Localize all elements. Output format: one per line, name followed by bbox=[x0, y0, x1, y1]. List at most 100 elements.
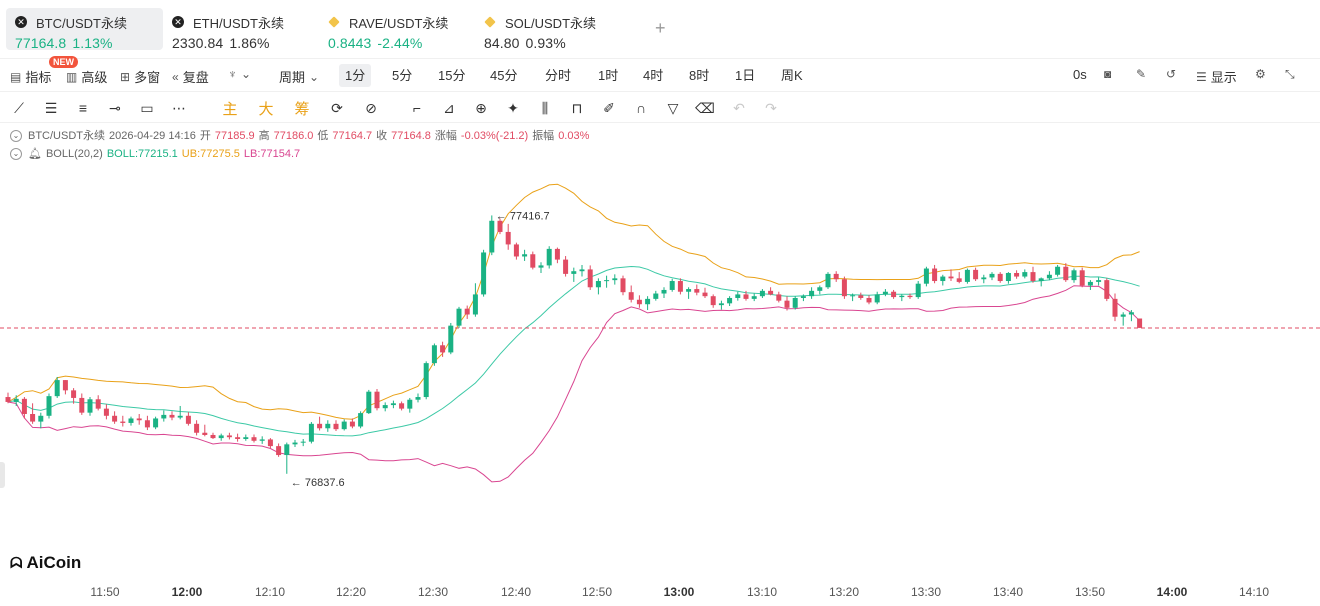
replay-button[interactable]: « 复盘 bbox=[172, 67, 209, 86]
zoom-icon[interactable]: ⊕ bbox=[472, 99, 490, 117]
camera-icon[interactable]: ◙ bbox=[1104, 67, 1115, 81]
timeframe-button[interactable]: 5分 bbox=[386, 64, 418, 87]
multi-window-label: 多窗 bbox=[134, 70, 161, 85]
candle-body bbox=[571, 271, 577, 274]
symbol-change: 1.86% bbox=[229, 35, 270, 51]
indicators-label: 指标 bbox=[25, 70, 52, 85]
fullscreen-icon[interactable]: ⤡ bbox=[1285, 67, 1299, 82]
candle-body bbox=[382, 405, 388, 409]
time-tick: 13:40 bbox=[992, 585, 1024, 599]
chart-type-button[interactable]: ♆ ⌄ bbox=[228, 67, 255, 81]
indicators-icon: ▤ bbox=[10, 69, 22, 84]
pen-icon[interactable]: ✎ bbox=[1136, 67, 1150, 81]
trend-line-icon[interactable]: ⟋ bbox=[10, 99, 28, 117]
more-tools-icon[interactable]: ⋯ bbox=[170, 99, 188, 117]
brush-off-icon[interactable]: ⊘ bbox=[362, 99, 380, 117]
horizontal-ray-icon[interactable]: ⊸ bbox=[106, 99, 124, 117]
display-button[interactable]: ☰ 显示 bbox=[1196, 67, 1237, 86]
candle-body bbox=[546, 248, 552, 266]
timeframe-button[interactable]: 1时 bbox=[592, 64, 624, 87]
timeframe-button[interactable]: 1日 bbox=[729, 64, 761, 87]
undo-icon[interactable]: ↶ bbox=[730, 99, 748, 117]
candle-body bbox=[850, 295, 856, 297]
chip-tool[interactable]: 筹 bbox=[292, 99, 312, 118]
candle-body bbox=[46, 396, 52, 416]
big-order-tool[interactable]: 大 bbox=[256, 99, 276, 118]
close-value: 77164.8 bbox=[391, 130, 431, 142]
candle-body bbox=[38, 415, 44, 422]
candle-body bbox=[1022, 272, 1028, 277]
magic-icon[interactable]: ✦ bbox=[504, 99, 522, 117]
amplitude-label: 振幅 bbox=[532, 130, 555, 142]
parallel-channel-icon[interactable]: ≡ bbox=[74, 99, 92, 117]
time-tick: 12:20 bbox=[335, 585, 367, 599]
timeframe-button[interactable]: 1分 bbox=[339, 64, 372, 87]
bars-icon[interactable]: ⫼ bbox=[536, 99, 554, 117]
settings-gear-icon[interactable]: ⚙ bbox=[1255, 67, 1270, 81]
candle-body bbox=[267, 439, 273, 447]
candle-body bbox=[645, 298, 651, 305]
timeframe-button[interactable]: 周K bbox=[775, 64, 809, 87]
candle-body bbox=[1038, 278, 1044, 282]
advanced-button[interactable]: ▥ 高级 bbox=[66, 67, 107, 86]
time-tick: 14:00 bbox=[1156, 585, 1188, 599]
redo-icon[interactable]: ↷ bbox=[762, 99, 780, 117]
collapse-icon[interactable]: ⌄ bbox=[10, 148, 22, 160]
bell-icon[interactable]: 🔔︎ bbox=[28, 145, 42, 163]
symbol-tab[interactable]: SOL/USDT永续 84.80 0.93% bbox=[484, 0, 642, 52]
candle-body bbox=[1112, 298, 1118, 317]
aicoin-logo-icon: ᗣ bbox=[10, 554, 23, 572]
timeframe-button[interactable]: 15分 bbox=[432, 64, 471, 87]
list-icon: ☰ bbox=[1196, 69, 1207, 84]
symbol-tab[interactable]: RAVE/USDT永续 0.8443 -2.44% bbox=[328, 0, 486, 52]
candle-body bbox=[161, 414, 167, 419]
edit-note-icon[interactable]: ✐ bbox=[600, 99, 618, 117]
candle-body bbox=[415, 397, 421, 400]
rotate-icon[interactable]: ↺ bbox=[1166, 67, 1180, 81]
drawing-toolbar: ⟋ ☰ ≡ ⊸ ▭ ⋯ 主 大 筹 ⟳ ⊘ ⌐ ⊿ ⊕ ✦ ⫼ ⊓ ✐ ∩ ▽ … bbox=[0, 93, 1320, 123]
boll-name: BOLL(20,2) bbox=[45, 148, 103, 160]
horizontal-lines-icon[interactable]: ☰ bbox=[42, 99, 60, 117]
candle-body bbox=[472, 294, 478, 315]
refresh-tool-icon[interactable]: ⟳ bbox=[328, 99, 346, 117]
pane-resize-handle[interactable] bbox=[0, 462, 5, 488]
open-label: 开 bbox=[199, 130, 211, 142]
indicators-button[interactable]: ▤ 指标 bbox=[10, 67, 51, 86]
trash-icon[interactable]: ⌫ bbox=[695, 99, 715, 117]
symbol-name: RAVE/USDT永续 bbox=[349, 15, 449, 31]
symbol-tab[interactable]: ✕ BTC/USDT永续 77164.8 1.13% bbox=[6, 8, 163, 51]
candle-body bbox=[1071, 270, 1077, 281]
candle-body bbox=[317, 423, 323, 429]
time-tick: 13:30 bbox=[910, 585, 942, 599]
advanced-icon: ▥ bbox=[66, 69, 78, 84]
multi-window-button[interactable]: ⊞ 多窗 bbox=[120, 67, 160, 86]
candle-body bbox=[194, 423, 200, 433]
symbol-name: SOL/USDT永续 bbox=[505, 15, 597, 31]
replay-label: 复盘 bbox=[182, 70, 209, 85]
rectangle-icon[interactable]: ▭ bbox=[138, 99, 156, 117]
symbol-tab[interactable]: ✕ ETH/USDT永续 2330.84 1.86% bbox=[172, 0, 330, 51]
lock-icon[interactable]: ⊓ bbox=[568, 99, 586, 117]
candlestick-chart[interactable]: ← 77416.7 ← 76837.6 bbox=[0, 165, 1320, 580]
timeframe-button[interactable]: 4时 bbox=[637, 64, 669, 87]
low-price-label: ← 76837.6 bbox=[291, 477, 345, 489]
magnet-icon[interactable]: ∩ bbox=[632, 99, 650, 117]
candle-body bbox=[932, 268, 938, 282]
main-force-tool[interactable]: 主 bbox=[220, 99, 240, 118]
crop-icon[interactable]: ⌐ bbox=[408, 99, 426, 117]
time-tick: 13:20 bbox=[828, 585, 860, 599]
collapse-icon[interactable]: ⌄ bbox=[10, 130, 22, 142]
period-dropdown[interactable]: 周期 ⌄ bbox=[279, 67, 323, 86]
timeframe-button[interactable]: 8时 bbox=[683, 64, 715, 87]
time-tick: 12:50 bbox=[581, 585, 613, 599]
filter-icon[interactable]: ▽ bbox=[664, 99, 682, 117]
add-tab-button[interactable]: + bbox=[655, 18, 666, 39]
candle-body bbox=[948, 276, 954, 279]
time-axis: 11:50 12:00 12:10 12:20 12:30 12:40 12:50 13:00… bbox=[0, 580, 1320, 606]
boll-legend-row: ⌄ 🔔︎ BOLL(20,2) BOLL:77215.1 UB:77275.5 … bbox=[10, 145, 593, 163]
timeframe-button[interactable]: 分时 bbox=[539, 64, 577, 87]
candle-body bbox=[1046, 274, 1052, 279]
timeframe-button[interactable]: 45分 bbox=[484, 64, 523, 87]
change-label: 涨幅 bbox=[434, 130, 457, 142]
ruler-icon[interactable]: ⊿ bbox=[440, 99, 458, 117]
